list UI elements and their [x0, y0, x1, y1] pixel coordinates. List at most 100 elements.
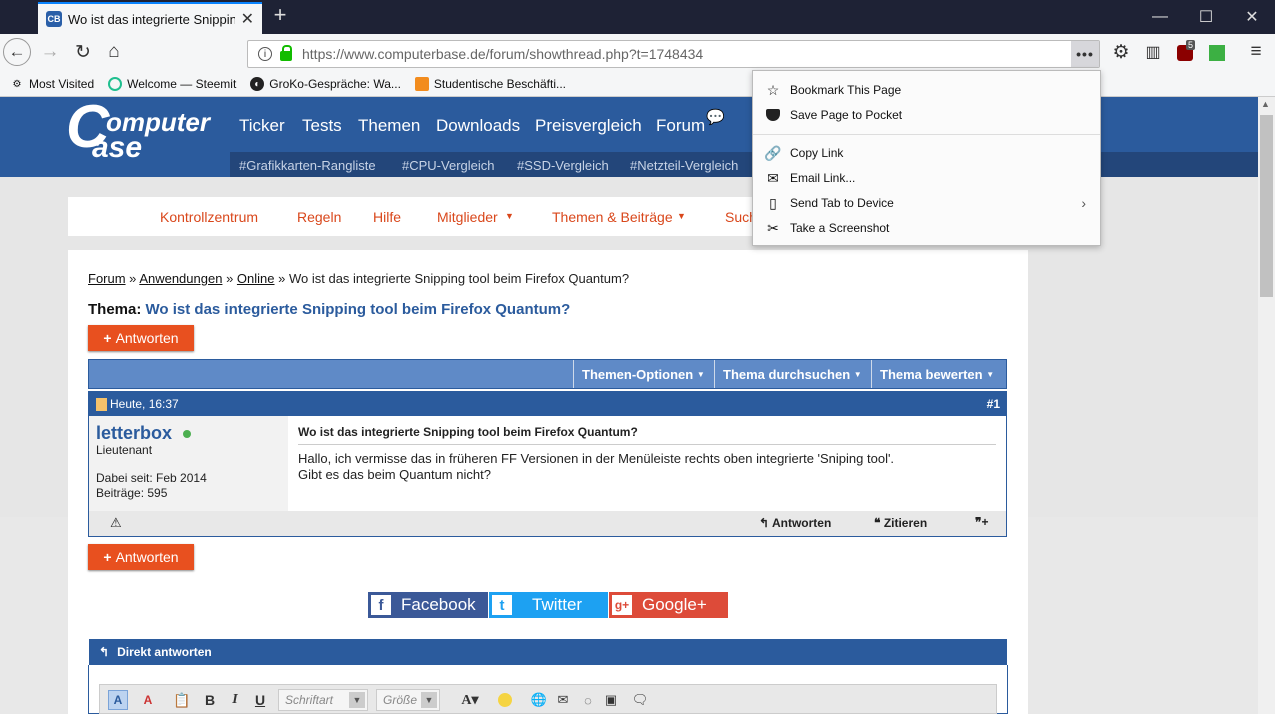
bookmark-label: GroKo-Gespräche: Wa... — [269, 77, 401, 91]
bold-icon[interactable]: B — [200, 690, 220, 710]
unlink-icon[interactable]: ◌ — [578, 690, 598, 710]
remove-formatting-icon[interactable]: A — [138, 690, 158, 710]
steemit-icon — [108, 77, 123, 91]
scroll-up-icon[interactable]: ▲ — [1261, 99, 1270, 109]
computerbase-logo[interactable]: C omputer ase — [66, 97, 216, 169]
nav-forum[interactable]: Forum — [656, 116, 705, 136]
menu-regeln[interactable]: Regeln — [297, 209, 341, 225]
menu-item-label: Save Page to Pocket — [790, 108, 903, 122]
hamburger-menu-icon[interactable]: ≡ — [1242, 38, 1270, 66]
size-select-label: Größe — [383, 693, 418, 707]
underline-icon[interactable]: U — [250, 690, 270, 710]
multi-quote-icon[interactable]: ❞+ — [975, 515, 988, 529]
chevron-right-icon: › — [1081, 195, 1086, 211]
tag-netzteil[interactable]: #Netzteil-Vergleich — [630, 158, 738, 173]
nav-tests[interactable]: Tests — [302, 116, 342, 136]
link-icon[interactable]: 🌐 — [529, 690, 549, 710]
user-rank: Lieutenant — [96, 443, 153, 457]
breadcrumb-forum[interactable]: Forum — [88, 271, 126, 286]
page-actions-icon[interactable]: ••• — [1071, 41, 1099, 67]
browser-tab[interactable]: CB Wo ist das integrierte Snipping ✕ — [38, 2, 262, 34]
bookmark-most-visited[interactable]: ⚙ Most Visited — [10, 77, 95, 91]
reload-icon[interactable]: ↻ — [69, 38, 97, 66]
maximize-icon[interactable]: ☐ — [1183, 0, 1229, 34]
new-tab-icon[interactable]: + — [268, 4, 292, 28]
quick-reply-title: Direkt antworten — [117, 645, 212, 659]
page-actions-panel: ☆ Bookmark This Page Save Page to Pocket … — [752, 70, 1101, 246]
close-window-icon[interactable]: ✕ — [1229, 0, 1275, 34]
post-number[interactable]: #1 — [987, 397, 1000, 411]
bookmark-steemit[interactable]: Welcome — Steemit — [108, 77, 236, 91]
report-warning-icon[interactable]: ⚠ — [110, 515, 122, 531]
nav-downloads[interactable]: Downloads — [436, 116, 520, 136]
forward-icon[interactable]: → — [36, 38, 64, 66]
send-tab-item[interactable]: ▯ Send Tab to Device › — [753, 191, 1100, 215]
bookmark-label: Welcome — Steemit — [127, 77, 237, 91]
breadcrumb-online[interactable]: Online — [237, 271, 275, 286]
breadcrumb-anwendungen[interactable]: Anwendungen — [139, 271, 222, 286]
menu-kontrollzentrum[interactable]: Kontrollzentrum — [160, 209, 258, 225]
home-icon[interactable]: ⌂ — [100, 38, 128, 66]
minimize-icon[interactable]: — — [1137, 0, 1183, 34]
scrollbar-thumb[interactable] — [1260, 115, 1273, 297]
email-icon: ✉ — [767, 169, 779, 186]
site-info-icon[interactable]: i — [258, 47, 272, 61]
extension-icon[interactable] — [1209, 45, 1225, 61]
smiley-icon[interactable] — [495, 690, 515, 710]
chevron-down-icon: ▼ — [505, 211, 514, 221]
screenshot-item[interactable]: ✂ Take a Screenshot — [753, 216, 1100, 240]
menu-mitglieder[interactable]: Mitglieder — [437, 209, 498, 225]
reply-button-bottom[interactable]: + Antworten — [88, 544, 194, 570]
share-label: Facebook — [401, 595, 476, 614]
save-to-pocket-item[interactable]: Save Page to Pocket — [753, 103, 1100, 127]
google-plus-icon: g+ — [612, 595, 632, 615]
quote-icon[interactable]: 🗨 — [630, 690, 650, 710]
nav-preisvergleich[interactable]: Preisvergleich — [535, 116, 642, 136]
breadcrumb: Forum » Anwendungen » Online » Wo ist da… — [88, 271, 630, 286]
thread-options-button[interactable]: Themen-Optionen ▼ — [573, 360, 713, 388]
send-device-icon: ▯ — [769, 194, 777, 211]
tag-ssd[interactable]: #SSD-Vergleich — [517, 158, 609, 173]
url-bar[interactable]: i https://www.computerbase.de/forum/show… — [247, 40, 1100, 68]
url-text: https://www.computerbase.de/forum/showth… — [302, 46, 704, 62]
close-tab-icon[interactable]: ✕ — [241, 9, 254, 29]
email-icon[interactable]: ✉ — [553, 690, 573, 710]
menu-themen-beitraege[interactable]: Themen & Beiträge — [552, 209, 673, 225]
switch-editor-mode-icon[interactable]: A — [108, 690, 128, 710]
copy-link-item[interactable]: 🔗 Copy Link — [753, 141, 1100, 165]
twitter-share-button[interactable]: t Twitter — [489, 592, 608, 618]
menu-item-label: Take a Screenshot — [790, 221, 890, 235]
reply-button-top[interactable]: + Antworten — [88, 325, 194, 351]
tag-grafikkarten[interactable]: #Grafikkarten-Rangliste — [239, 158, 376, 173]
menu-item-label: Send Tab to Device — [790, 196, 894, 210]
nav-themen[interactable]: Themen — [358, 116, 420, 136]
bookmark-studentische[interactable]: Studentische Beschäfti... — [414, 77, 566, 91]
thread-rate-button[interactable]: Thema bewerten ▼ — [871, 360, 1002, 388]
text-color-icon[interactable]: A▾ — [456, 690, 484, 710]
bookmark-groko[interactable]: ◐ GroKo-Gespräche: Wa... — [250, 77, 401, 91]
tag-cpu[interactable]: #CPU-Vergleich — [402, 158, 495, 173]
email-link-item[interactable]: ✉ Email Link... — [753, 166, 1100, 190]
thread-search-button[interactable]: Thema durchsuchen ▼ — [714, 360, 870, 388]
facebook-share-button[interactable]: f Facebook — [368, 592, 488, 618]
plus-icon: + — [103, 549, 112, 565]
italic-icon[interactable]: I — [225, 690, 245, 710]
menu-hilfe[interactable]: Hilfe — [373, 209, 401, 225]
sidebar-icon[interactable]: ▥ — [1139, 38, 1167, 66]
font-select-label: Schriftart — [285, 693, 334, 707]
nav-ticker[interactable]: Ticker — [239, 116, 285, 136]
back-icon[interactable]: ← — [3, 38, 31, 66]
post-reply-button[interactable]: ↰ Antworten — [759, 516, 831, 530]
paste-icon[interactable]: 📋 — [172, 690, 192, 710]
size-select[interactable]: Größe ▼ — [376, 689, 440, 711]
username[interactable]: letterbox — [96, 423, 172, 444]
gear-icon[interactable]: ⚙ — [1107, 38, 1135, 66]
bookmark-page-item[interactable]: ☆ Bookmark This Page — [753, 78, 1100, 102]
google-plus-share-button[interactable]: g+ Google+ — [609, 592, 728, 618]
quote-label: Zitieren — [883, 516, 928, 530]
quote-button[interactable]: ❝ Zitieren — [874, 516, 927, 530]
scrollbar[interactable]: ▲ — [1258, 97, 1275, 714]
scissors-icon: ✂ — [767, 219, 779, 236]
font-select[interactable]: Schriftart ▼ — [278, 689, 368, 711]
image-icon[interactable]: ▣ — [601, 690, 621, 710]
